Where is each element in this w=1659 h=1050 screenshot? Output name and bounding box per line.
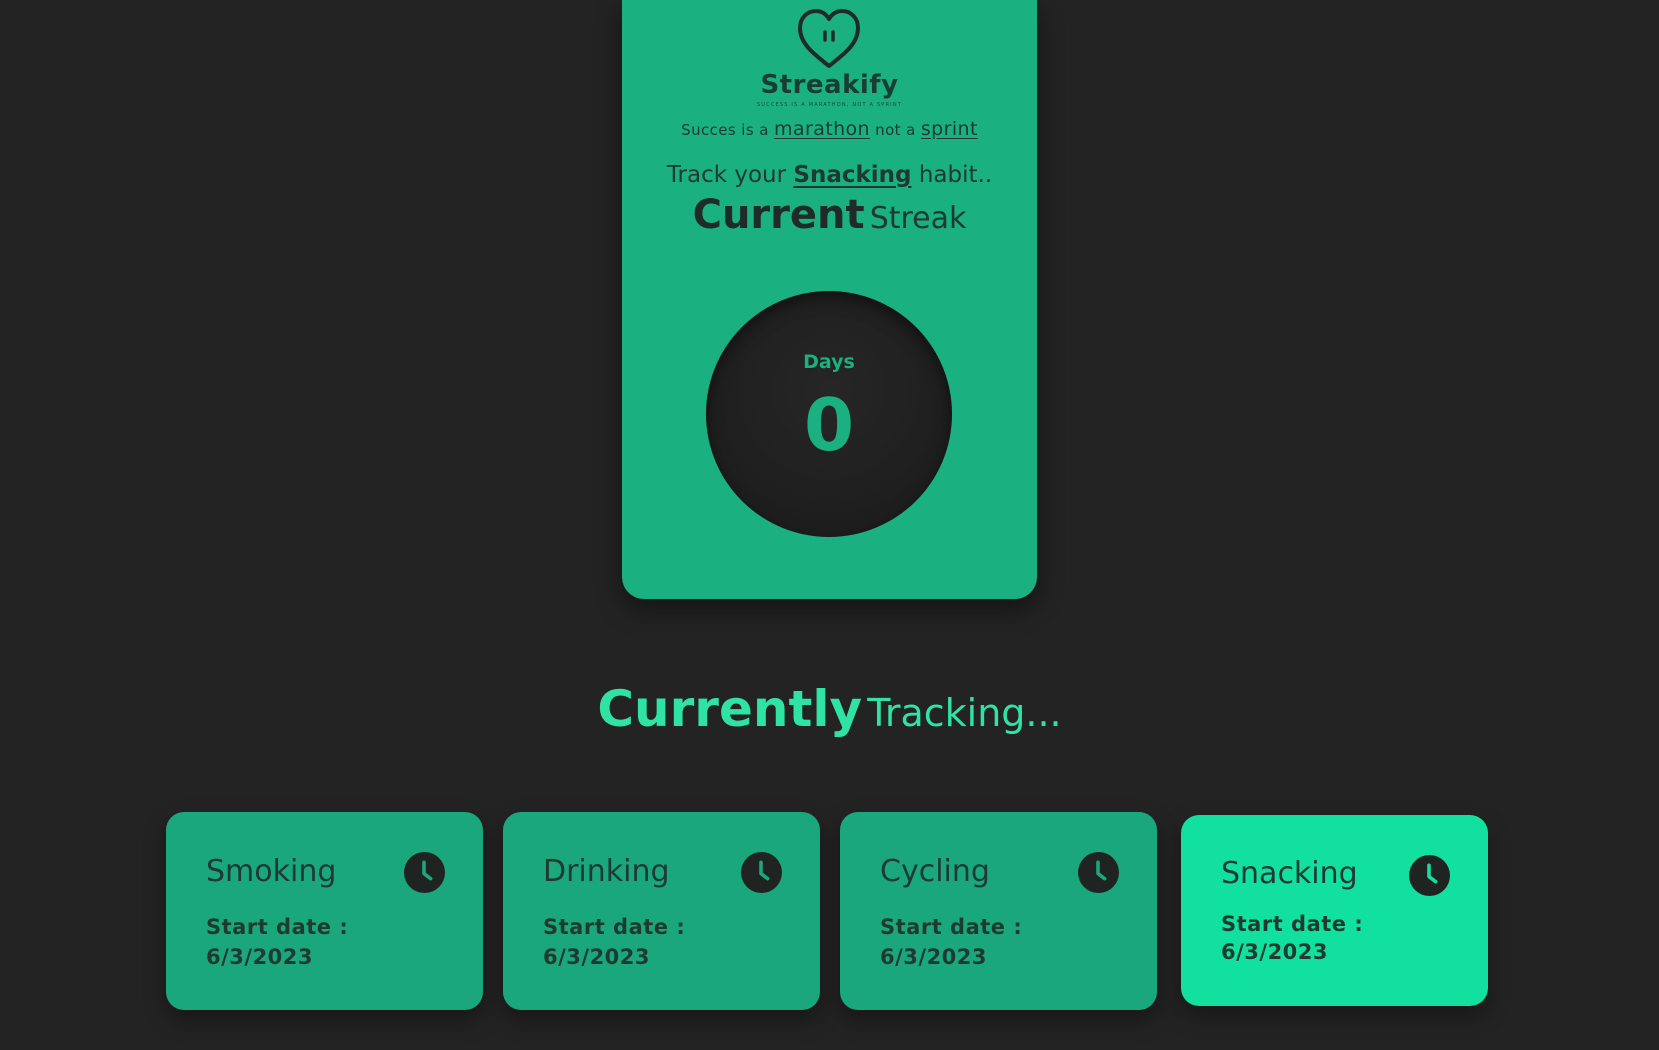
current-streak-title-bold: Current xyxy=(692,192,865,238)
motto: Succes is a marathon not a sprint xyxy=(622,118,1037,140)
clock-icon[interactable] xyxy=(1078,852,1119,893)
current-streak-title: Current Streak xyxy=(622,192,1037,238)
habit-card-drinking[interactable]: Drinking Start date : 6/3/2023 xyxy=(503,812,820,1010)
start-date-value: 6/3/2023 xyxy=(1221,940,1329,964)
clock-icon[interactable] xyxy=(1409,855,1450,896)
currently-tracking-bold: Currently xyxy=(597,680,863,738)
start-date-label: Start date : xyxy=(543,915,686,939)
current-streak-title-light: Streak xyxy=(869,201,967,236)
start-date-value: 6/3/2023 xyxy=(543,945,651,969)
days-label: Days xyxy=(803,351,855,373)
start-date-value: 6/3/2023 xyxy=(206,945,314,969)
start-date-label: Start date : xyxy=(880,915,1023,939)
track-habit-line: Track your Snacking habit.. xyxy=(622,162,1037,188)
track-suffix: habit.. xyxy=(918,162,993,188)
habit-card-cycling[interactable]: Cycling Start date : 6/3/2023 xyxy=(840,812,1157,1010)
days-value: 0 xyxy=(803,383,855,467)
track-prefix: Track your xyxy=(666,162,787,188)
start-date-label: Start date : xyxy=(206,915,349,939)
motto-middle: not a xyxy=(875,121,916,139)
habit-card-snacking[interactable]: Snacking Start date : 6/3/2023 xyxy=(1181,815,1488,1006)
start-date-value: 6/3/2023 xyxy=(880,945,988,969)
brand-tagline: SUCCESS IS A MARATHON, NOT A SPRINT xyxy=(756,102,903,108)
motto-word-sprint: sprint xyxy=(920,118,978,140)
brand-name: Streakify xyxy=(760,70,899,100)
habit-name: Cycling xyxy=(880,854,990,889)
streak-card: Streakify SUCCESS IS A MARATHON, NOT A S… xyxy=(622,0,1037,599)
clock-icon[interactable] xyxy=(741,852,782,893)
habit-name: Drinking xyxy=(543,854,670,889)
currently-tracking-heading: Currently Tracking... xyxy=(0,680,1659,738)
start-date-label: Start date : xyxy=(1221,912,1364,936)
currently-tracking-light: Tracking... xyxy=(867,691,1062,735)
tracked-habit-name: Snacking xyxy=(793,162,912,188)
habit-name: Snacking xyxy=(1221,856,1358,891)
heart-face-icon xyxy=(798,9,860,68)
habit-card-smoking[interactable]: Smoking Start date : 6/3/2023 xyxy=(166,812,483,1010)
motto-prefix: Succes is a xyxy=(681,121,769,139)
clock-icon[interactable] xyxy=(404,852,445,893)
habit-name: Smoking xyxy=(206,854,337,889)
streak-counter-circle: Days 0 xyxy=(706,291,952,537)
motto-word-marathon: marathon xyxy=(774,118,870,140)
